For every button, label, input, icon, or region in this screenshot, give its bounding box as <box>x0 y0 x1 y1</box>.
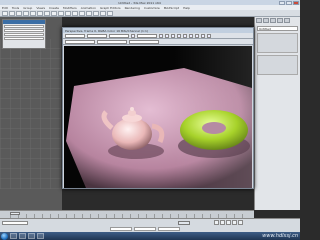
next-frame-icon[interactable] <box>232 220 237 225</box>
previous-frame-icon[interactable] <box>220 220 225 225</box>
menu-create[interactable]: Create <box>49 6 59 10</box>
coord-x-field[interactable] <box>110 227 132 231</box>
taskbar-app[interactable] <box>19 233 26 239</box>
production-dropdown[interactable] <box>137 33 157 38</box>
menu-graph-editors[interactable]: Graph Editors <box>100 6 121 10</box>
render-option-field[interactable] <box>129 39 159 44</box>
menu-tools[interactable]: Tools <box>12 6 19 10</box>
menu-help[interactable]: Help <box>183 6 190 10</box>
go-to-end-icon[interactable] <box>238 220 243 225</box>
undo-icon[interactable] <box>2 10 8 16</box>
coord-z-field[interactable] <box>158 227 180 231</box>
render-scene <box>66 46 252 188</box>
play-icon[interactable] <box>226 220 231 225</box>
render-button[interactable] <box>131 33 135 38</box>
command-panel-tabs <box>255 17 300 24</box>
mirror-icon[interactable] <box>79 10 85 16</box>
angle-snap-icon[interactable] <box>72 10 78 16</box>
clear-icon[interactable] <box>183 33 187 38</box>
taskbar-app[interactable] <box>10 233 17 239</box>
command-panel: Untitled <box>254 17 300 210</box>
minimize-icon[interactable] <box>279 0 285 5</box>
close-icon[interactable] <box>293 0 299 5</box>
copy-image-icon[interactable] <box>165 33 169 38</box>
save-image-icon[interactable] <box>159 33 163 38</box>
modify-tab-icon[interactable] <box>263 18 269 23</box>
start-orb-icon[interactable] <box>1 232 8 240</box>
taskbar: www.hdlxsj.cn <box>0 232 300 240</box>
render-option-field[interactable] <box>65 39 95 44</box>
menu-edit[interactable]: Edit <box>2 6 8 10</box>
maxscript-listener-input[interactable] <box>2 221 28 225</box>
floating-dialog-field[interactable] <box>4 33 44 36</box>
main-toolbar <box>0 10 300 17</box>
app-title: Untitled - 3ds Max 2011 x64 <box>118 0 161 5</box>
rotate-icon[interactable] <box>51 10 57 16</box>
blue-channel-icon[interactable] <box>201 33 205 38</box>
floating-dialog-field[interactable] <box>4 29 44 32</box>
rollout-panel[interactable] <box>257 33 298 53</box>
menu-customize[interactable]: Customize <box>144 6 160 10</box>
hierarchy-tab-icon[interactable] <box>270 18 276 23</box>
render-setup-icon[interactable] <box>100 10 106 16</box>
watermark-text: www.hdlxsj.cn <box>262 233 298 239</box>
render-window-toolbar-2 <box>63 39 253 45</box>
display-tab-icon[interactable] <box>284 18 290 23</box>
torus <box>180 110 248 150</box>
floating-dialog-field[interactable] <box>4 25 44 28</box>
rendered-image <box>64 46 252 188</box>
taskbar-app[interactable] <box>28 233 35 239</box>
render-option-field[interactable] <box>97 39 127 44</box>
align-icon[interactable] <box>86 10 92 16</box>
render-icon[interactable] <box>107 10 113 16</box>
playback-controls <box>214 220 243 225</box>
green-channel-icon[interactable] <box>195 33 199 38</box>
move-icon[interactable] <box>44 10 50 16</box>
menu-maxscript[interactable]: MAXScript <box>164 6 179 10</box>
taskbar-app[interactable] <box>37 233 44 239</box>
scale-icon[interactable] <box>58 10 64 16</box>
viewport-dropdown[interactable] <box>87 33 107 38</box>
area-to-render-dropdown[interactable] <box>65 33 85 38</box>
print-icon[interactable] <box>177 33 181 38</box>
maximize-icon[interactable] <box>286 0 292 5</box>
red-channel-icon[interactable] <box>189 33 193 38</box>
menu-animation[interactable]: Animation <box>81 6 96 10</box>
material-editor-icon[interactable] <box>93 10 99 16</box>
motion-tab-icon[interactable] <box>277 18 283 23</box>
auto-key-button[interactable] <box>178 221 190 225</box>
render-preset-dropdown[interactable] <box>109 33 129 38</box>
select-icon[interactable] <box>30 10 36 16</box>
redo-icon[interactable] <box>9 10 15 16</box>
object-name-field[interactable]: Untitled <box>257 26 298 31</box>
viewport-grid <box>0 39 62 189</box>
menu-modifiers[interactable]: Modifiers <box>63 6 77 10</box>
render-frame-window[interactable]: Perspective, frame 0, RGBA Color 16 Bits… <box>62 27 254 189</box>
clone-frame-icon[interactable] <box>171 33 175 38</box>
alpha-channel-icon[interactable] <box>207 33 211 38</box>
link-icon[interactable] <box>16 10 22 16</box>
menu-views[interactable]: Views <box>36 6 45 10</box>
floating-dialog-field[interactable] <box>4 37 44 40</box>
snap-icon[interactable] <box>65 10 71 16</box>
go-to-start-icon[interactable] <box>214 220 219 225</box>
coord-y-field[interactable] <box>134 227 156 231</box>
status-bar <box>0 218 300 232</box>
rollout-panel[interactable] <box>257 55 298 75</box>
unlink-icon[interactable] <box>23 10 29 16</box>
timeline[interactable] <box>0 210 254 218</box>
menu-group[interactable]: Group <box>23 6 32 10</box>
floating-dialog-header[interactable] <box>3 20 45 24</box>
select-region-icon[interactable] <box>37 10 43 16</box>
floating-dialog[interactable] <box>2 19 46 49</box>
create-tab-icon[interactable] <box>256 18 262 23</box>
menu-rendering[interactable]: Rendering <box>125 6 140 10</box>
